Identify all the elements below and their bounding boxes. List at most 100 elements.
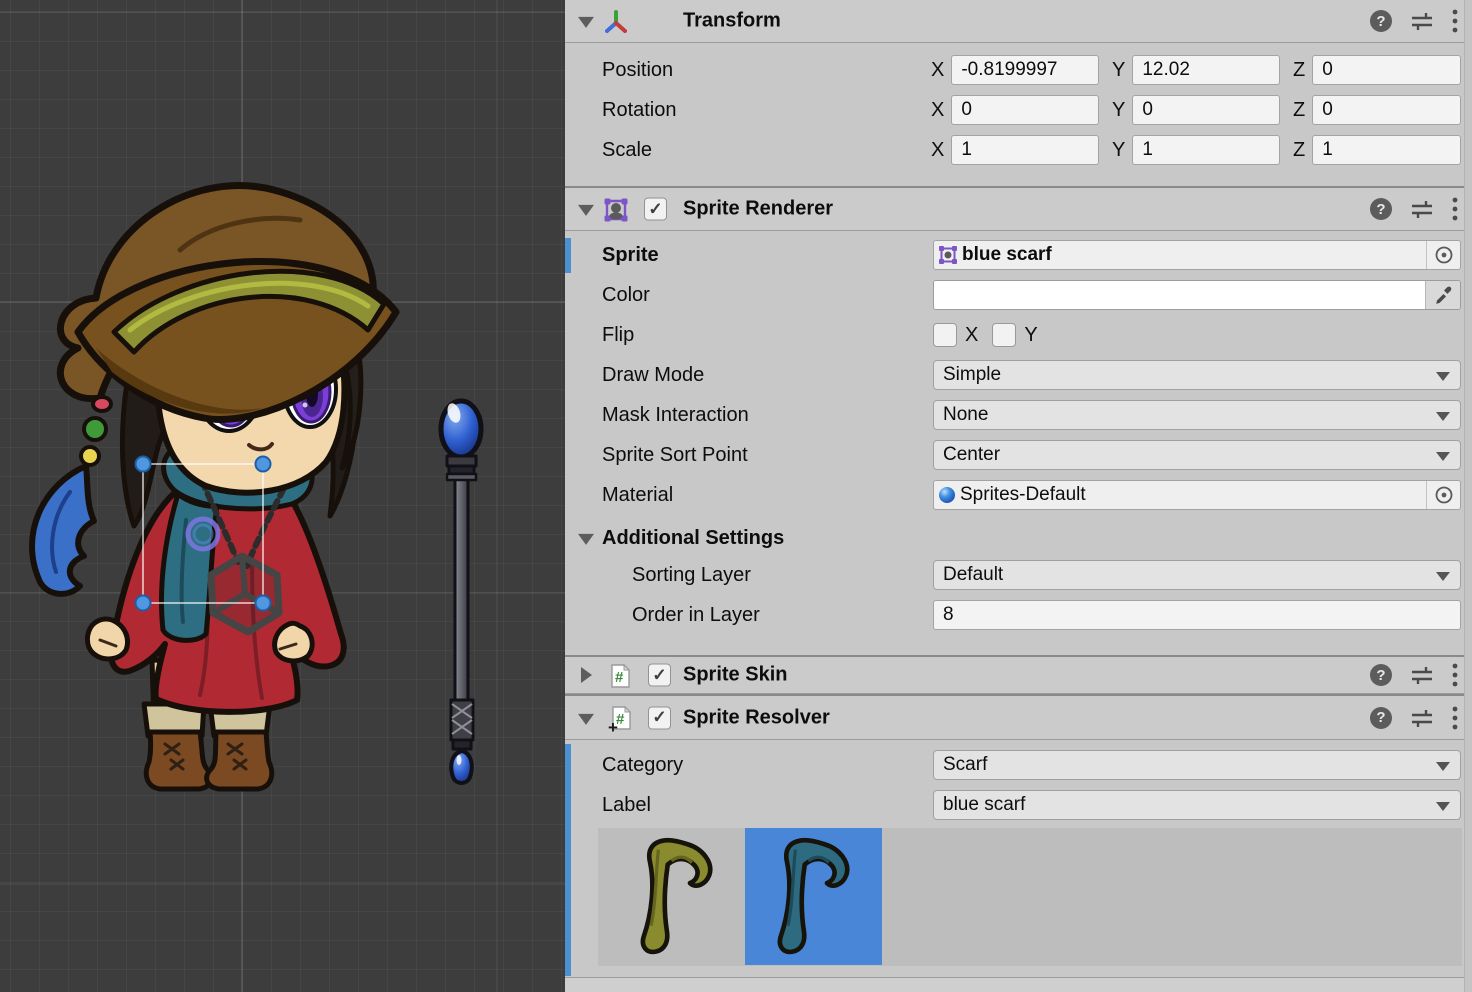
scale-x-field[interactable]: 1 [951, 135, 1099, 165]
scene-view[interactable] [0, 0, 565, 992]
sprite-row: Sprite blue scarf [565, 240, 1472, 270]
presets-icon[interactable] [1411, 708, 1433, 728]
component-enabled-checkbox[interactable]: ✓ [644, 198, 667, 221]
character-sprite[interactable] [32, 186, 396, 789]
order-in-layer-row: Order in Layer 8 [565, 600, 1472, 630]
sprite-renderer-header[interactable]: ✓ Sprite Renderer ? [565, 188, 1472, 231]
sprite-object-field[interactable]: blue scarf [933, 240, 1461, 270]
sprite-label: Sprite [602, 240, 659, 270]
additional-settings-row[interactable]: Additional Settings [565, 524, 1472, 552]
foldout-open-icon[interactable] [578, 713, 594, 724]
sprite-variant-grid [598, 828, 1462, 966]
material-sphere-icon [938, 486, 956, 504]
sprite-sort-point-label: Sprite Sort Point [602, 440, 748, 470]
order-in-layer-field[interactable]: 8 [933, 600, 1461, 630]
object-picker-icon[interactable] [1426, 481, 1460, 509]
flip-y-label: Y [1024, 324, 1037, 347]
sorting-layer-dropdown[interactable]: Default [933, 560, 1461, 590]
color-row: Color [565, 280, 1472, 310]
position-z-field[interactable]: 0 [1312, 55, 1461, 85]
help-icon[interactable]: ? [1370, 664, 1392, 686]
sorting-layer-label: Sorting Layer [632, 560, 751, 590]
presets-icon[interactable] [1411, 11, 1433, 31]
position-y-field[interactable]: 12.02 [1132, 55, 1280, 85]
sprite-skin-header[interactable]: # ✓ Sprite Skin ? [565, 657, 1472, 694]
sprite-sort-point-row: Sprite Sort Point Center [565, 440, 1472, 470]
flip-y-checkbox[interactable] [992, 323, 1016, 347]
transform-title: Transform [683, 10, 781, 33]
staff-sprite[interactable] [441, 401, 481, 783]
foldout-open-icon[interactable] [578, 534, 594, 545]
sorting-layer-row: Sorting Layer Default [565, 560, 1472, 590]
material-label: Material [602, 480, 673, 510]
category-row: Category Scarf [565, 750, 1472, 780]
rotation-z-field[interactable]: 0 [1312, 95, 1461, 125]
rotation-row: Rotation X 0 Y 0 Z 0 [565, 95, 1472, 125]
category-label: Category [602, 750, 683, 780]
presets-icon[interactable] [1411, 665, 1433, 685]
foldout-open-icon[interactable] [578, 205, 594, 216]
feather [32, 466, 94, 594]
sprite-skin-title: Sprite Skin [683, 664, 787, 687]
help-icon[interactable]: ? [1370, 10, 1392, 32]
scale-z-field[interactable]: 1 [1312, 135, 1461, 165]
label-dropdown[interactable]: blue scarf [933, 790, 1461, 820]
color-swatch[interactable] [933, 280, 1461, 310]
y-axis-label: Y [1112, 59, 1125, 82]
z-axis-label: Z [1293, 59, 1305, 82]
component-enabled-checkbox[interactable]: ✓ [648, 664, 671, 687]
kebab-menu-icon[interactable] [1452, 9, 1458, 33]
sprite-resolver-header[interactable]: # + ✓ Sprite Resolver ? [565, 696, 1472, 740]
sprite-resolver-title: Sprite Resolver [683, 706, 830, 729]
unity-editor: Transform ? Position X -0.8199997 Y 12.0… [0, 0, 1472, 992]
foldout-closed-icon[interactable] [581, 667, 592, 683]
eyedropper-icon[interactable] [1425, 281, 1460, 309]
kebab-menu-icon[interactable] [1452, 706, 1458, 730]
scale-row: Scale X 1 Y 1 Z 1 [565, 135, 1472, 165]
horizontal-scrollbar[interactable] [565, 977, 1472, 992]
vertical-scrollbar[interactable] [1464, 0, 1472, 992]
mask-interaction-row: Mask Interaction None [565, 400, 1472, 430]
material-object-field[interactable]: Sprites-Default [933, 480, 1461, 510]
rotation-label: Rotation [602, 95, 677, 125]
sprite-mini-icon [938, 245, 958, 265]
help-icon[interactable]: ? [1370, 707, 1392, 729]
material-row: Material Sprites-Default [565, 480, 1472, 510]
scale-y-field[interactable]: 1 [1132, 135, 1280, 165]
transform-header[interactable]: Transform ? [565, 0, 1472, 43]
scale-label: Scale [602, 135, 652, 165]
object-picker-icon[interactable] [1426, 241, 1460, 269]
sprite-sort-point-dropdown[interactable]: Center [933, 440, 1461, 470]
kebab-menu-icon[interactable] [1452, 663, 1458, 687]
sprite-thumbnail-blue-scarf[interactable] [745, 828, 882, 965]
color-label: Color [602, 280, 650, 310]
flip-row: Flip X Y [565, 320, 1472, 350]
kebab-menu-icon[interactable] [1452, 197, 1458, 221]
flip-label: Flip [602, 320, 634, 350]
help-icon[interactable]: ? [1370, 198, 1392, 220]
sprite-thumbnail-green-scarf[interactable] [608, 828, 745, 965]
inspector-panel: Transform ? Position X -0.8199997 Y 12.0… [565, 0, 1472, 992]
position-x-field[interactable]: -0.8199997 [951, 55, 1099, 85]
draw-mode-row: Draw Mode Simple [565, 360, 1472, 390]
mask-interaction-label: Mask Interaction [602, 400, 749, 430]
draw-mode-dropdown[interactable]: Simple [933, 360, 1461, 390]
svg-text:+: + [608, 718, 618, 733]
x-axis-label: X [931, 59, 944, 82]
presets-icon[interactable] [1411, 199, 1433, 219]
rotation-y-field[interactable]: 0 [1132, 95, 1280, 125]
script-plus-icon: # + [607, 705, 635, 733]
additional-settings-label: Additional Settings [602, 524, 784, 552]
component-enabled-checkbox[interactable]: ✓ [648, 706, 671, 729]
svg-text:#: # [615, 669, 624, 686]
category-dropdown[interactable]: Scarf [933, 750, 1461, 780]
flip-x-checkbox[interactable] [933, 323, 957, 347]
mask-interaction-dropdown[interactable]: None [933, 400, 1461, 430]
foldout-open-icon[interactable] [578, 17, 594, 28]
position-label: Position [602, 55, 673, 85]
rotation-x-field[interactable]: 0 [951, 95, 1099, 125]
sprite-renderer-icon [603, 197, 629, 223]
transform-icon [603, 9, 629, 35]
flip-x-label: X [965, 324, 978, 347]
sprite-renderer-title: Sprite Renderer [683, 198, 833, 221]
